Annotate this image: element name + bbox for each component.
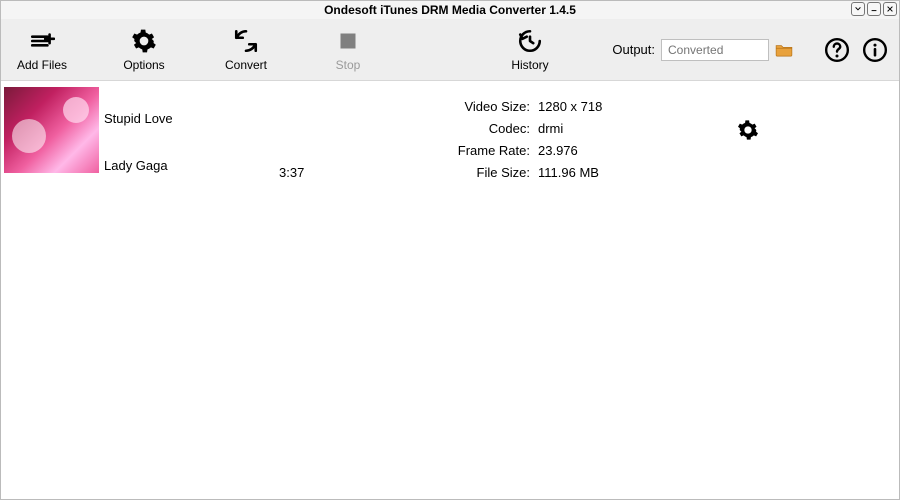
item-title: Stupid Love — [104, 111, 279, 126]
video-thumbnail — [4, 87, 99, 173]
output-label: Output: — [612, 42, 655, 57]
frame-rate-value: 23.976 — [534, 143, 578, 158]
minimize-to-tray-button[interactable] — [851, 2, 865, 16]
browse-folder-button[interactable] — [775, 43, 793, 57]
item-metadata: Video Size: 1280 x 718 Codec: drmi Frame… — [359, 87, 602, 183]
item-settings-button[interactable] — [737, 119, 759, 144]
stop-icon — [335, 28, 361, 54]
stop-label: Stop — [336, 58, 361, 72]
history-button[interactable]: History — [499, 28, 561, 72]
about-button[interactable] — [861, 36, 889, 64]
options-button[interactable]: Options — [113, 28, 175, 72]
video-size-label: Video Size: — [359, 99, 534, 114]
titlebar: Ondesoft iTunes DRM Media Converter 1.4.… — [1, 1, 899, 19]
convert-label: Convert — [225, 58, 267, 72]
close-button[interactable] — [883, 2, 897, 16]
add-files-button[interactable]: Add Files — [11, 28, 73, 72]
file-list: Stupid Love Lady Gaga 3:37 Video Size: 1… — [1, 81, 899, 499]
add-files-label: Add Files — [17, 58, 67, 72]
codec-label: Codec: — [359, 121, 534, 136]
codec-value: drmi — [534, 121, 563, 136]
app-title: Ondesoft iTunes DRM Media Converter 1.4.… — [324, 3, 576, 17]
file-size-value: 111.96 MB — [534, 165, 599, 180]
stop-button: Stop — [317, 28, 379, 72]
list-item[interactable]: Stupid Love Lady Gaga 3:37 Video Size: 1… — [1, 81, 899, 195]
help-button[interactable] — [823, 36, 851, 64]
convert-icon — [233, 28, 259, 54]
convert-button[interactable]: Convert — [215, 28, 277, 72]
video-size-value: 1280 x 718 — [534, 99, 602, 114]
toolbar: Add Files Options Convert Stop History — [1, 19, 899, 81]
item-duration: 3:37 — [279, 87, 359, 183]
gear-icon — [131, 28, 157, 54]
history-icon — [517, 28, 543, 54]
history-label: History — [511, 58, 548, 72]
item-artist: Lady Gaga — [104, 158, 279, 173]
window-controls — [851, 2, 897, 16]
options-label: Options — [123, 58, 164, 72]
minimize-button[interactable] — [867, 2, 881, 16]
output-area: Output: — [612, 39, 793, 61]
output-path-input[interactable] — [661, 39, 769, 61]
frame-rate-label: Frame Rate: — [359, 143, 534, 158]
file-size-label: File Size: — [359, 165, 534, 180]
add-files-icon — [29, 28, 55, 54]
